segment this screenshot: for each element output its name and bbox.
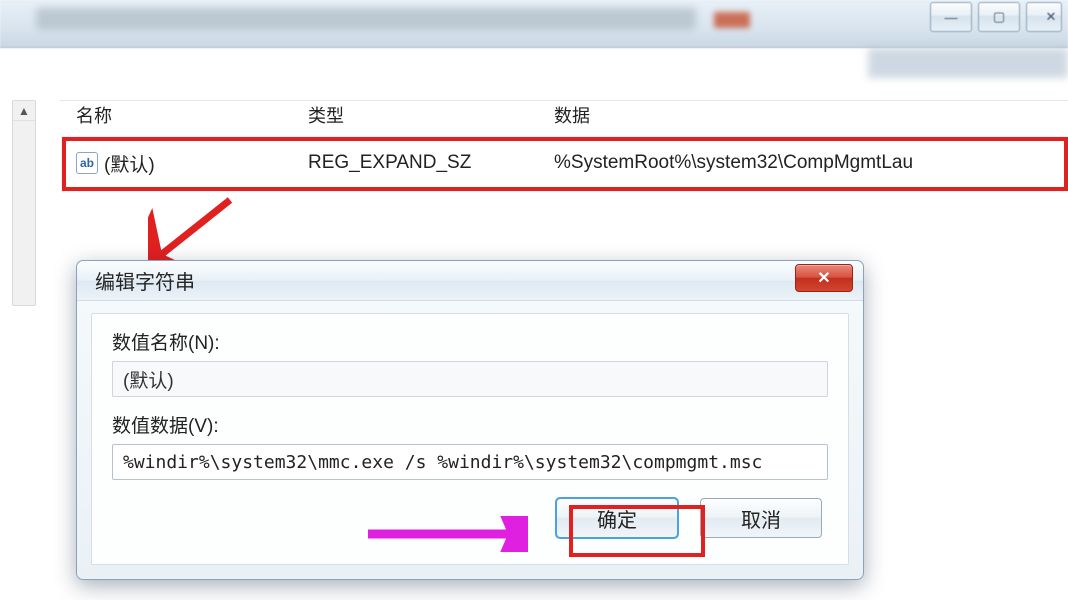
cancel-button-label: 取消 [741,504,781,533]
dialog-body: 数值名称(N): (默认) 数值数据(V): 确定 取消 [91,313,849,565]
value-data-input[interactable] [112,444,828,480]
col-header-type[interactable]: 类型 [308,101,554,131]
blurred-tag [714,12,750,28]
blurred-toolbar [868,48,1068,78]
close-button-partial[interactable]: ✕ [1026,2,1062,32]
value-name-readonly-text: (默认) [123,366,174,393]
value-name-cell: ab (默认) [76,150,308,177]
registry-value-row[interactable]: ab (默认) REG_EXPAND_SZ %SystemRoot%\syste… [76,145,1068,181]
maximize-icon: ▢ [993,9,1005,25]
cancel-button[interactable]: 取消 [700,498,822,538]
side-scrollbar[interactable]: ▲ [12,100,36,306]
col-header-data[interactable]: 数据 [554,101,1068,131]
minimize-button[interactable]: — [930,2,972,32]
dialog-titlebar[interactable]: 编辑字符串 ✕ [77,261,863,301]
value-name-field: (默认) [112,361,828,397]
value-type-cell: REG_EXPAND_SZ [308,152,554,174]
scroll-up-icon[interactable]: ▲ [13,101,35,121]
close-icon: ✕ [1046,9,1057,25]
parent-window-titlebar: — ▢ ✕ [0,0,1068,48]
list-header-row: 名称 类型 数据 [60,101,1068,131]
value-name-text: (默认) [104,150,155,177]
reg-sz-icon: ab [76,152,98,174]
maximize-button[interactable]: ▢ [978,2,1020,32]
dialog-close-button[interactable]: ✕ [795,264,853,292]
ok-button[interactable]: 确定 [556,498,678,538]
value-data-cell: %SystemRoot%\system32\CompMgmtLau [554,152,1068,174]
dialog-title: 编辑字符串 [95,266,195,295]
dialog-button-row: 确定 取消 [112,498,828,538]
blurred-title-text [36,8,696,30]
value-name-label: 数值名称(N): [112,328,828,355]
col-header-name[interactable]: 名称 [76,101,308,131]
minimize-icon: — [945,10,958,25]
parent-window-controls: — ▢ ✕ [930,0,1068,40]
edit-string-dialog: 编辑字符串 ✕ 数值名称(N): (默认) 数值数据(V): 确定 取消 [76,260,864,580]
close-icon: ✕ [817,268,830,288]
ok-button-label: 确定 [597,504,637,533]
value-data-label: 数值数据(V): [112,411,828,438]
